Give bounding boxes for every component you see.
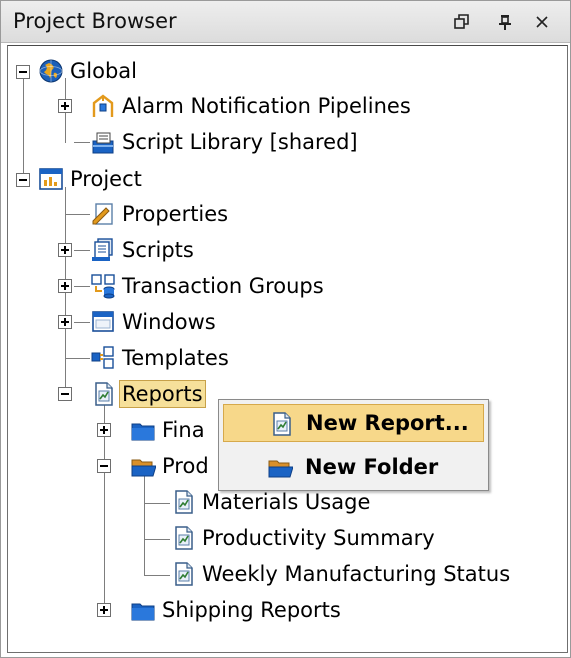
tree-label: Properties (122, 202, 229, 226)
folder-open-icon (267, 454, 293, 480)
menu-item-label: New Report... (306, 411, 469, 435)
tree-node-reports[interactable]: Reports (90, 377, 206, 411)
tree-label: Transaction Groups (122, 274, 324, 298)
tree-node-windows[interactable]: Windows (90, 305, 216, 339)
report-icon (90, 381, 116, 407)
toggle-global[interactable] (16, 65, 30, 79)
templates-icon (91, 346, 114, 369)
tree-node-properties[interactable]: Properties (90, 197, 228, 231)
globe-icon (39, 59, 63, 83)
toggle-scripts[interactable] (58, 243, 72, 257)
toggle-windows[interactable] (58, 315, 72, 329)
tree-label: Prod (162, 454, 209, 478)
restore-icon[interactable] (449, 9, 475, 35)
report-icon (170, 561, 196, 587)
tree-node-templates[interactable]: Templates (90, 341, 229, 375)
close-icon[interactable] (529, 9, 555, 35)
report-icon (170, 525, 196, 551)
tree-node-productivity-summary[interactable]: Productivity Summary (170, 521, 435, 555)
toggle-project[interactable] (16, 173, 30, 187)
folder-open-icon (130, 453, 156, 479)
toggle-transaction-groups[interactable] (58, 279, 72, 293)
tree-label: Materials Usage (202, 490, 371, 514)
folder-icon (130, 417, 156, 443)
tree-node-folder-fina[interactable]: Fina (130, 413, 205, 447)
tree-node-project[interactable]: Project (38, 162, 142, 196)
tree-label: Project (70, 167, 142, 191)
tree-label: Weekly Manufacturing Status (202, 562, 511, 586)
tree-label: Scripts (122, 238, 194, 262)
menu-item-label: New Folder (305, 455, 439, 479)
tree-node-scripts[interactable]: Scripts (90, 233, 194, 267)
properties-icon (92, 203, 113, 225)
transaction-groups-icon (91, 274, 115, 299)
folder-icon (130, 597, 156, 623)
tree-label: Reports (119, 380, 206, 408)
toggle-reports[interactable] (58, 387, 72, 401)
project-icon (39, 168, 63, 190)
tree-label: Fina (162, 418, 205, 442)
menu-item-new-folder[interactable]: New Folder (223, 448, 484, 486)
tree-label: Alarm Notification Pipelines (122, 94, 411, 118)
script-library-icon (92, 132, 114, 154)
panel-titlebar: Project Browser (1, 1, 570, 43)
tree-node-folder-prod[interactable]: Prod (130, 449, 209, 483)
toggle-folder-prod[interactable] (97, 459, 111, 473)
project-browser-panel: Project Browser Global Alarm Notificatio… (0, 0, 571, 658)
toggle-folder-fina[interactable] (97, 423, 111, 437)
panel-title: Project Browser (13, 9, 177, 33)
toggle-alarm-pipelines[interactable] (58, 99, 72, 113)
windows-icon (92, 311, 114, 332)
alarm-pipeline-icon (92, 94, 114, 117)
tree-label: Script Library [shared] (122, 130, 358, 154)
tree-node-transaction-groups[interactable]: Transaction Groups (90, 269, 324, 303)
tree-label: Windows (122, 310, 216, 334)
tree-label: Templates (122, 346, 229, 370)
tree-label: Shipping Reports (162, 598, 341, 622)
tree-node-script-library[interactable]: Script Library [shared] (90, 125, 358, 159)
project-tree[interactable]: Global Alarm Notification Pipelines Scri… (7, 45, 568, 653)
menu-item-new-report[interactable]: New Report... (223, 404, 484, 442)
scripts-icon (92, 238, 113, 261)
context-menu: New Report... New Folder (218, 399, 489, 491)
tree-node-global[interactable]: Global (38, 54, 137, 88)
tree-node-weekly-manufacturing-status[interactable]: Weekly Manufacturing Status (170, 557, 510, 591)
report-icon (170, 489, 196, 515)
report-icon (268, 411, 294, 437)
tree-label: Productivity Summary (202, 526, 435, 550)
pin-icon[interactable] (492, 9, 518, 35)
tree-node-shipping-reports[interactable]: Shipping Reports (130, 593, 341, 627)
tree-node-alarm-pipelines[interactable]: Alarm Notification Pipelines (90, 89, 411, 123)
tree-label: Global (70, 59, 137, 83)
toggle-shipping-reports[interactable] (97, 603, 111, 617)
